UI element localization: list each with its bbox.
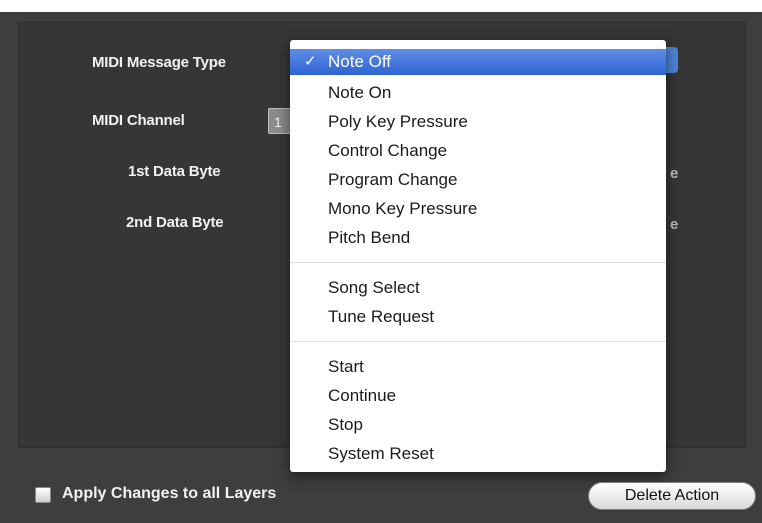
menu-item-control-change[interactable]: Control Change <box>290 136 666 165</box>
delete-action-button[interactable]: Delete Action <box>588 482 756 510</box>
menu-item-start[interactable]: Start <box>290 352 666 381</box>
menu-item-pitch-bend[interactable]: Pitch Bend <box>290 223 666 252</box>
menu-item-poly-key-pressure[interactable]: Poly Key Pressure <box>290 107 666 136</box>
data-byte-1-label: 1st Data Byte <box>128 163 221 180</box>
data-byte-1-value-partial: e <box>670 165 679 182</box>
menu-item-song-select[interactable]: Song Select <box>290 273 666 302</box>
menu-item-mono-key-pressure[interactable]: Mono Key Pressure <box>290 194 666 223</box>
menu-separator <box>290 341 666 342</box>
channel-field[interactable]: 1 <box>268 108 292 134</box>
apply-all-layers-label: Apply Changes to all Layers <box>62 485 277 502</box>
menu-item-program-change[interactable]: Program Change <box>290 165 666 194</box>
data-byte-2-value-partial: e <box>670 216 679 233</box>
checkmark-icon: ✓ <box>304 53 317 70</box>
menu-item-system-reset[interactable]: System Reset <box>290 439 666 468</box>
menu-item-tune-request[interactable]: Tune Request <box>290 302 666 331</box>
menu-item-stop[interactable]: Stop <box>290 410 666 439</box>
apply-all-layers-checkbox[interactable] <box>35 487 51 503</box>
menu-item-note-off[interactable]: ✓ Note Off <box>290 49 666 75</box>
menu-item-note-on[interactable]: Note On <box>290 78 666 107</box>
menu-item-label: Note Off <box>328 52 391 71</box>
channel-label: MIDI Channel <box>92 112 185 129</box>
menu-separator <box>290 262 666 263</box>
data-byte-2-label: 2nd Data Byte <box>126 214 224 231</box>
message-type-menu: ✓ Note Off Note On Poly Key Pressure Con… <box>290 40 666 472</box>
message-type-label: MIDI Message Type <box>92 54 226 71</box>
menu-item-continue[interactable]: Continue <box>290 381 666 410</box>
